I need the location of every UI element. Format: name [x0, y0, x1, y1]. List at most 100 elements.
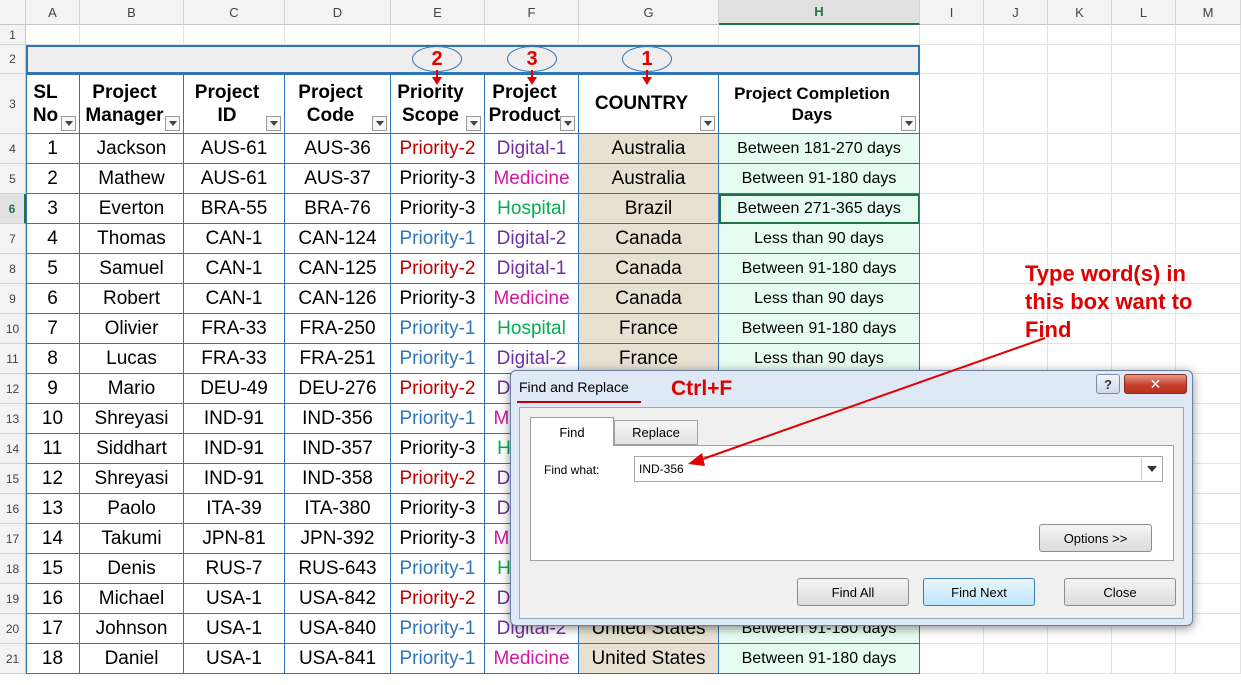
cell-sl-no[interactable]: 10 [26, 404, 80, 434]
row-header-5[interactable]: 5 [0, 164, 26, 194]
grid-cell[interactable] [1112, 194, 1176, 224]
cell-manager[interactable]: Shreyasi [80, 404, 184, 434]
cell-project-id[interactable]: ITA-39 [184, 494, 285, 524]
grid-cell[interactable] [391, 25, 485, 45]
help-button[interactable]: ? [1096, 374, 1120, 394]
cell-product[interactable]: Digital-2 [485, 224, 579, 254]
header-completion-days[interactable]: Project Completion Days [719, 74, 920, 134]
cell-manager[interactable]: Michael [80, 584, 184, 614]
row-header-13[interactable]: 13 [0, 404, 26, 434]
close-button[interactable]: Close [1064, 578, 1176, 606]
cell-manager[interactable]: Siddhart [80, 434, 184, 464]
column-header-d[interactable]: D [285, 0, 391, 25]
cell-project-code[interactable]: CAN-124 [285, 224, 391, 254]
cell-completion-days[interactable]: Less than 90 days [719, 284, 920, 314]
cell-sl-no[interactable]: 3 [26, 194, 80, 224]
cell-project-code[interactable]: FRA-250 [285, 314, 391, 344]
grid-cell[interactable] [1048, 134, 1112, 164]
cell-project-code[interactable]: FRA-251 [285, 344, 391, 374]
grid-cell[interactable] [1176, 224, 1241, 254]
cell-project-code[interactable]: DEU-276 [285, 374, 391, 404]
grid-cell[interactable] [1176, 74, 1241, 134]
cell-project-id[interactable]: RUS-7 [184, 554, 285, 584]
header-sl-no[interactable]: SL No [26, 74, 80, 134]
row-header-21[interactable]: 21 [0, 644, 26, 674]
options-button[interactable]: Options >> [1039, 524, 1152, 552]
cell-country[interactable]: Australia [579, 134, 719, 164]
grid-cell[interactable] [1112, 74, 1176, 134]
cell-priority[interactable]: Priority-1 [391, 344, 485, 374]
filter-dropdown-icon[interactable] [266, 116, 281, 131]
row-header-2[interactable]: 2 [0, 45, 26, 74]
cell-priority[interactable]: Priority-1 [391, 314, 485, 344]
find-history-dropdown[interactable] [1141, 458, 1161, 480]
cell-project-code[interactable]: JPN-392 [285, 524, 391, 554]
grid-cell[interactable] [984, 25, 1048, 45]
grid-cell[interactable] [1112, 25, 1176, 45]
filter-dropdown-icon[interactable] [700, 116, 715, 131]
cell-project-code[interactable]: USA-842 [285, 584, 391, 614]
cell-sl-no[interactable]: 4 [26, 224, 80, 254]
cell-sl-no[interactable]: 8 [26, 344, 80, 374]
grid-cell[interactable] [26, 25, 80, 45]
cell-project-code[interactable]: USA-841 [285, 644, 391, 674]
row-header-10[interactable]: 10 [0, 314, 26, 344]
cell-project-id[interactable]: JPN-81 [184, 524, 285, 554]
cell-project-id[interactable]: BRA-55 [184, 194, 285, 224]
cell-completion-days[interactable]: Between 271-365 days [719, 194, 920, 224]
cell-country[interactable]: United States [579, 644, 719, 674]
cell-sl-no[interactable]: 16 [26, 584, 80, 614]
cell-sl-no[interactable]: 14 [26, 524, 80, 554]
cell-project-id[interactable]: CAN-1 [184, 254, 285, 284]
cell-completion-days[interactable]: Between 91-180 days [719, 164, 920, 194]
cell-project-code[interactable]: CAN-125 [285, 254, 391, 284]
cell-project-id[interactable]: USA-1 [184, 644, 285, 674]
grid-cell[interactable] [1176, 644, 1241, 674]
cell-project-id[interactable]: IND-91 [184, 464, 285, 494]
cell-project-code[interactable]: RUS-643 [285, 554, 391, 584]
cell-project-id[interactable]: DEU-49 [184, 374, 285, 404]
column-header-b[interactable]: B [80, 0, 184, 25]
filter-dropdown-icon[interactable] [61, 116, 76, 131]
cell-manager[interactable]: Takumi [80, 524, 184, 554]
column-header-m[interactable]: M [1176, 0, 1241, 25]
grid-cell[interactable] [920, 254, 984, 284]
row-header-19[interactable]: 19 [0, 584, 26, 614]
cell-product[interactable]: Hospital [485, 314, 579, 344]
grid-cell[interactable] [1048, 164, 1112, 194]
cell-project-id[interactable]: CAN-1 [184, 224, 285, 254]
column-header-a[interactable]: A [26, 0, 80, 25]
cell-manager[interactable]: Jackson [80, 134, 184, 164]
cell-sl-no[interactable]: 13 [26, 494, 80, 524]
row-header-3[interactable]: 3 [0, 74, 26, 134]
row-header-17[interactable]: 17 [0, 524, 26, 554]
cell-product[interactable]: Hospital [485, 194, 579, 224]
header-project-id[interactable]: Project ID [184, 74, 285, 134]
grid-cell[interactable] [1112, 164, 1176, 194]
grid-cell[interactable] [920, 74, 984, 134]
header-project-manager[interactable]: Project Manager [80, 74, 184, 134]
row-header-9[interactable]: 9 [0, 284, 26, 314]
cell-manager[interactable]: Mathew [80, 164, 184, 194]
row-header-12[interactable]: 12 [0, 374, 26, 404]
cell-sl-no[interactable]: 2 [26, 164, 80, 194]
cell-product[interactable]: Digital-1 [485, 254, 579, 284]
grid-cell[interactable] [984, 164, 1048, 194]
cell-priority[interactable]: Priority-3 [391, 194, 485, 224]
row-header-11[interactable]: 11 [0, 344, 26, 374]
grid-cell[interactable] [920, 644, 984, 674]
grid-cell[interactable] [984, 45, 1048, 74]
grid-cell[interactable] [1112, 224, 1176, 254]
grid-cell[interactable] [984, 74, 1048, 134]
cell-completion-days[interactable]: Between 91-180 days [719, 644, 920, 674]
cell-sl-no[interactable]: 5 [26, 254, 80, 284]
cell-project-id[interactable]: AUS-61 [184, 134, 285, 164]
grid-cell[interactable] [285, 25, 391, 45]
cell-completion-days[interactable]: Between 181-270 days [719, 134, 920, 164]
cell-priority[interactable]: Priority-3 [391, 494, 485, 524]
cell-manager[interactable]: Daniel [80, 644, 184, 674]
tab-replace[interactable]: Replace [614, 420, 698, 445]
cell-manager[interactable]: Johnson [80, 614, 184, 644]
grid-cell[interactable] [1048, 644, 1112, 674]
grid-cell[interactable] [984, 194, 1048, 224]
